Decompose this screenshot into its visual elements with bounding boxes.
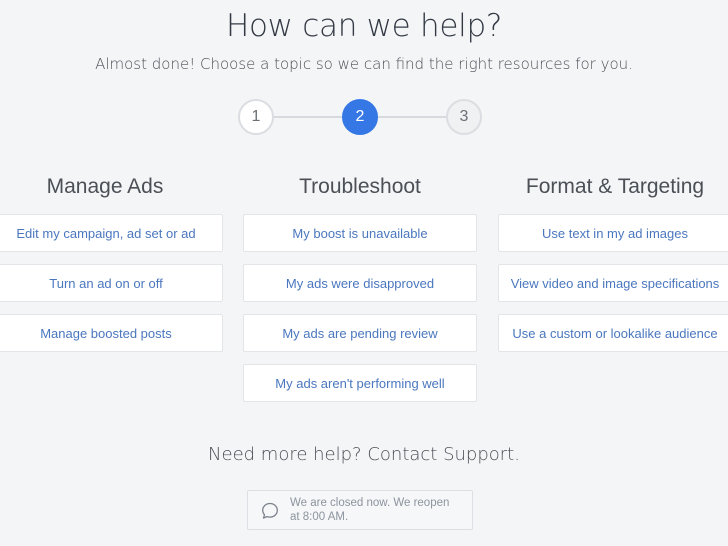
column-title-troubleshoot: Troubleshoot	[299, 175, 421, 198]
topic-ads-disapproved[interactable]: My ads were disapproved	[243, 264, 477, 302]
topic-turn-ad-on-off[interactable]: Turn an ad on or off	[0, 264, 223, 302]
page-subtitle: Almost done! Choose a topic so we can fi…	[95, 55, 633, 73]
topic-manage-boosted-posts[interactable]: Manage boosted posts	[0, 314, 223, 352]
topic-boost-unavailable[interactable]: My boost is unavailable	[243, 214, 477, 252]
step-connector	[272, 116, 342, 118]
step-1[interactable]: 1	[238, 99, 274, 135]
column-title-manage-ads: Manage Ads	[46, 175, 164, 198]
topic-video-image-specs[interactable]: View video and image specifications	[498, 264, 728, 302]
step-connector	[378, 116, 448, 118]
chat-bubble-icon	[260, 501, 280, 521]
column-title-format-targeting: Format & Targeting	[525, 175, 705, 198]
progress-stepper: 1 2 3	[238, 99, 482, 135]
support-status-box[interactable]: We are closed now. We reopen at 8:00 AM.	[247, 490, 473, 530]
support-status-text: We are closed now. We reopen at 8:00 AM.	[290, 496, 470, 524]
topic-ads-not-performing[interactable]: My ads aren't performing well	[243, 364, 477, 402]
topic-text-in-ad-images[interactable]: Use text in my ad images	[498, 214, 728, 252]
step-3[interactable]: 3	[446, 99, 482, 135]
topic-edit-campaign[interactable]: Edit my campaign, ad set or ad	[0, 214, 223, 252]
contact-support-link[interactable]: Need more help? Contact Support.	[0, 444, 728, 465]
page-title: How can we help?	[226, 8, 502, 44]
step-2-current[interactable]: 2	[342, 99, 378, 135]
topic-custom-lookalike-audience[interactable]: Use a custom or lookalike audience	[498, 314, 728, 352]
support-status-line-1: We are closed now. We reopen	[290, 497, 450, 509]
topic-ads-pending-review[interactable]: My ads are pending review	[243, 314, 477, 352]
support-status-line-2: at 8:00 AM.	[290, 511, 349, 523]
